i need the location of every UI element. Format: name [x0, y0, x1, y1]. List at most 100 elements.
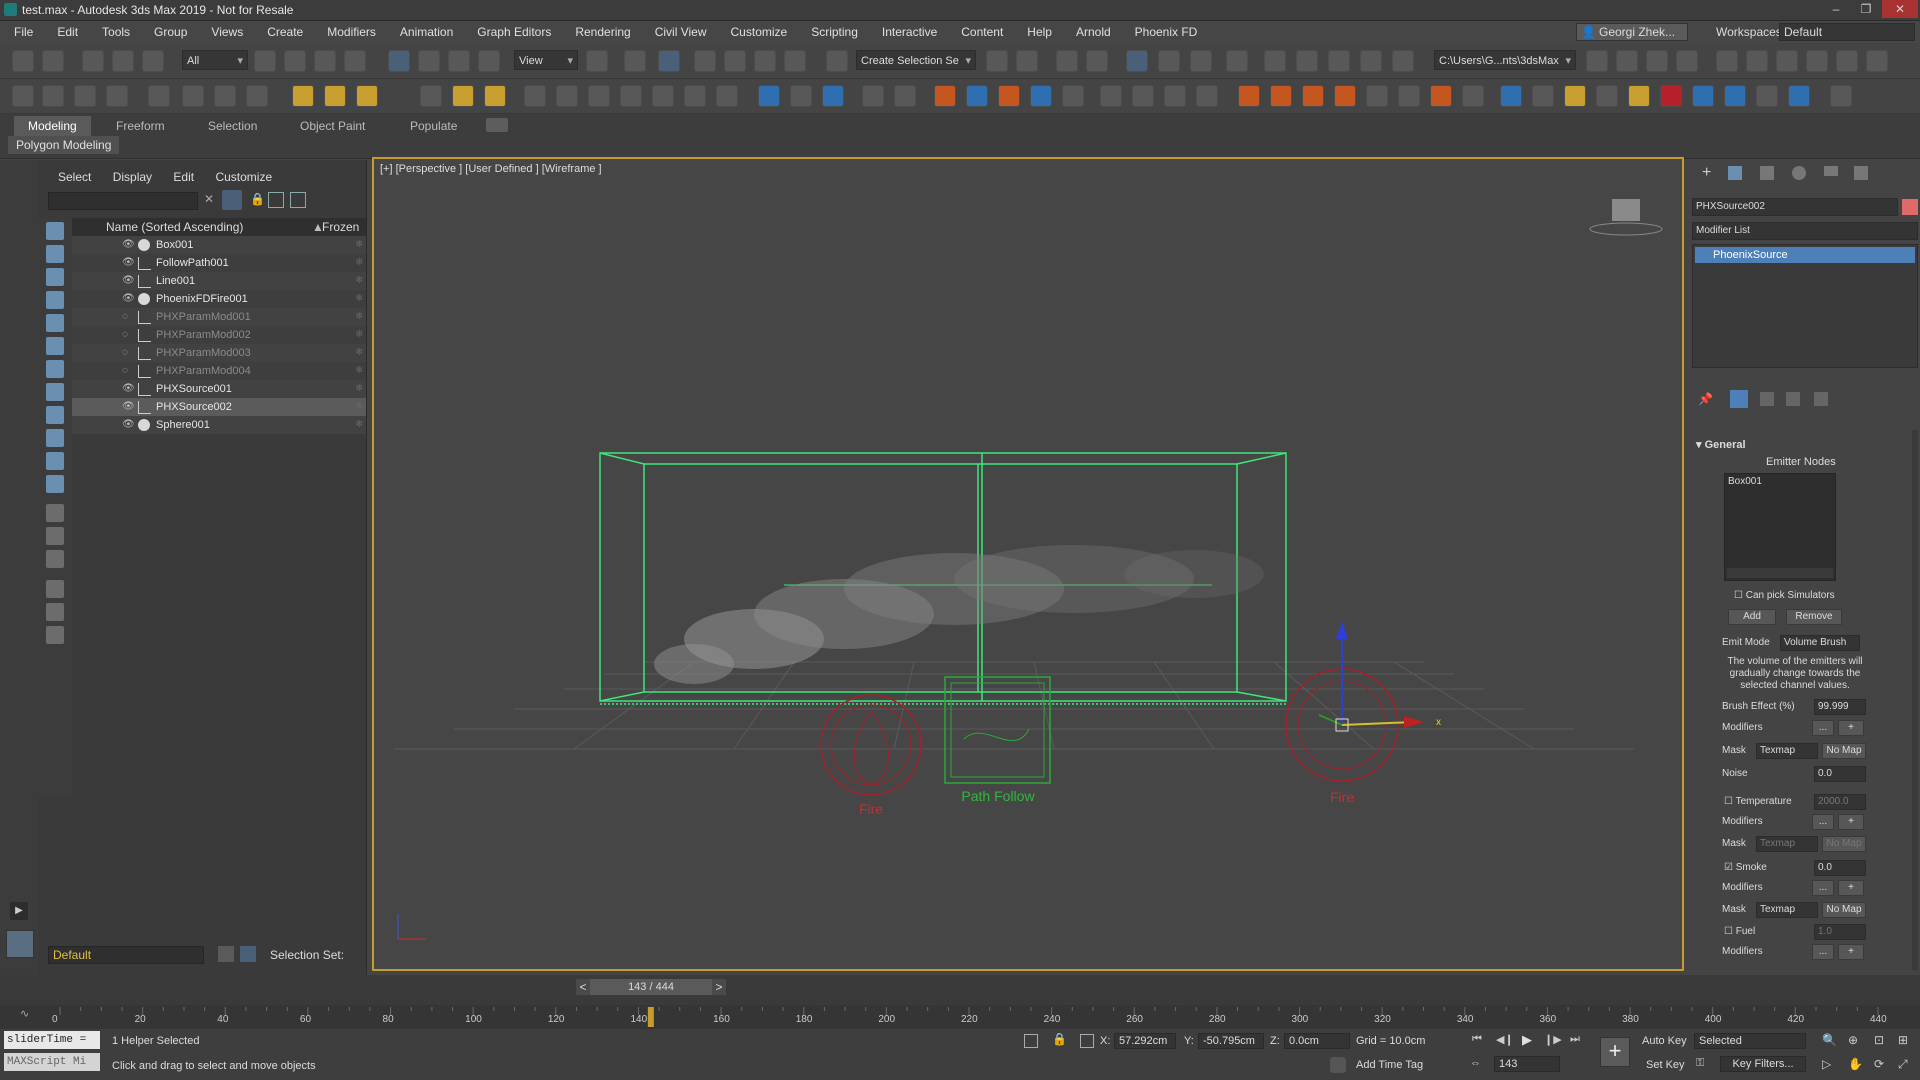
freeze-icon[interactable]: ❄: [355, 362, 363, 380]
lock-icon[interactable]: 🔒: [250, 192, 265, 206]
redo-icon[interactable]: [42, 50, 64, 72]
layers-stack-icon[interactable]: [218, 946, 234, 962]
list-icon[interactable]: [74, 85, 96, 107]
go-to-end-icon[interactable]: ⏭: [1570, 1033, 1580, 1046]
scene-row[interactable]: 👁 PHXSource002 ❄: [72, 398, 366, 416]
menu-customize[interactable]: Customize: [719, 21, 800, 43]
ribbon-tab-modeling[interactable]: Modeling: [14, 116, 91, 136]
display-bones-icon[interactable]: [46, 406, 64, 424]
z-coord-input[interactable]: 0.0cm: [1284, 1033, 1350, 1049]
pause-icon[interactable]: [1132, 85, 1154, 107]
menu-arnold[interactable]: Arnold: [1064, 21, 1123, 43]
edit-named-selection-icon[interactable]: [826, 50, 848, 72]
modifiers-dots-button-3[interactable]: ...: [1812, 880, 1834, 896]
viewcube-icon[interactable]: [1589, 199, 1663, 236]
plant-icon[interactable]: [652, 85, 674, 107]
mirror-icon[interactable]: [986, 50, 1008, 72]
go-to-start-icon[interactable]: ⏮: [1472, 1033, 1482, 1046]
curve-editor-icon[interactable]: [1158, 50, 1180, 72]
menu-modifiers[interactable]: Modifiers: [315, 21, 388, 43]
visible-eye-icon[interactable]: 👁: [122, 236, 136, 254]
arnold-log-icon[interactable]: [1836, 50, 1858, 72]
menu-interactive[interactable]: Interactive: [870, 21, 949, 43]
object-name-input[interactable]: PHXSource002: [1692, 198, 1898, 216]
hierarchy-icon[interactable]: [268, 192, 284, 208]
menu-views[interactable]: Views: [199, 21, 255, 43]
display-geometry-icon[interactable]: [46, 222, 64, 240]
scene-row[interactable]: 👁 Sphere001 ❄: [72, 416, 366, 434]
general-rollout-header[interactable]: ▾ General: [1696, 438, 1746, 451]
render-elements-icon[interactable]: [822, 85, 844, 107]
pivot-center-icon[interactable]: [586, 50, 608, 72]
freeze-icon[interactable]: ❄: [355, 290, 363, 308]
candle-preset-icon[interactable]: [1430, 85, 1452, 107]
place-icon[interactable]: [478, 50, 500, 72]
move-icon[interactable]: [388, 50, 410, 72]
configure-modifier-sets-icon[interactable]: [1814, 392, 1828, 406]
water-preset-icon[interactable]: [1500, 85, 1522, 107]
scene-row[interactable]: 👁 FollowPath001 ❄: [72, 254, 366, 272]
arnold-sun-icon[interactable]: [1746, 50, 1768, 72]
phoenix-fire-grid-icon[interactable]: [934, 85, 956, 107]
sun-light-icon[interactable]: [452, 85, 474, 107]
display-hidden-icon[interactable]: [46, 475, 64, 493]
rotate-icon[interactable]: [418, 50, 440, 72]
menu-file[interactable]: File: [2, 21, 45, 43]
zoom-extents-all-icon[interactable]: ⊞: [1898, 1033, 1908, 1047]
visible-eye-icon[interactable]: 👁: [122, 290, 136, 308]
menu-tools[interactable]: Tools: [90, 21, 142, 43]
spinner-snap-icon[interactable]: [784, 50, 806, 72]
render-setup-icon[interactable]: [1264, 50, 1286, 72]
render-production-icon[interactable]: [1328, 50, 1350, 72]
modifiers-add-button-2[interactable]: +: [1838, 814, 1864, 830]
arnold-render-icon[interactable]: [1776, 50, 1798, 72]
scene-row[interactable]: ◌ PHXParamMod002 ❄: [72, 326, 366, 344]
render-iterative-icon[interactable]: [1360, 50, 1382, 72]
modify-tab-icon[interactable]: [1728, 166, 1742, 180]
menu-group[interactable]: Group: [142, 21, 199, 43]
select-manipulate-icon[interactable]: [624, 50, 646, 72]
ribbon-toggle-icon[interactable]: [1126, 50, 1148, 72]
hf-icon[interactable]: [684, 85, 706, 107]
rendered-frame-window-icon[interactable]: [1296, 50, 1318, 72]
menu-civil-view[interactable]: Civil View: [643, 21, 719, 43]
perspective-viewport[interactable]: [+] [Perspective ] [User Defined ] [Wire…: [372, 157, 1684, 971]
material-sphere-icon[interactable]: [758, 85, 780, 107]
time-slider-next-button[interactable]: >: [712, 979, 726, 995]
current-layer-dropdown[interactable]: Default: [48, 946, 204, 964]
render-in-cloud-icon[interactable]: [1392, 50, 1414, 72]
cloud-preset-icon[interactable]: [1462, 85, 1484, 107]
hidden-eye-icon[interactable]: ◌: [122, 344, 136, 362]
grid-icon[interactable]: [106, 85, 128, 107]
workspace-dropdown[interactable]: Default: [1779, 23, 1915, 41]
scene-row[interactable]: ◌ PHXParamMod003 ❄: [72, 344, 366, 362]
ribbon-tab-freeform[interactable]: Freeform: [116, 116, 165, 136]
mask-map-button-1[interactable]: No Map: [1822, 743, 1866, 759]
noise-spinner[interactable]: 0.0: [1814, 766, 1866, 782]
scene-icon[interactable]: [12, 85, 34, 107]
pan-view-icon[interactable]: ✋: [1848, 1057, 1863, 1071]
x-coord-input[interactable]: 57.292cm: [1114, 1033, 1176, 1049]
bind-spacewarp-icon[interactable]: [142, 50, 164, 72]
blood-preset-icon[interactable]: [1660, 85, 1682, 107]
auto-key-button[interactable]: Auto Key: [1642, 1035, 1687, 1047]
scene-row[interactable]: 👁 Box001 ❄: [72, 236, 366, 254]
scene-row[interactable]: 👁 Line001 ❄: [72, 272, 366, 290]
command-panel-scrollbar[interactable]: [1912, 430, 1918, 970]
link-icon[interactable]: [82, 50, 104, 72]
freeze-icon[interactable]: ❄: [355, 416, 363, 434]
display-frozen-icon[interactable]: [46, 452, 64, 470]
trackbar[interactable]: ∿ 0 20 40 60 80 100 120 140 160 180 200 220 240 260 28…: [0, 1005, 1920, 1029]
make-unique-icon[interactable]: [1760, 392, 1774, 406]
menu-animation[interactable]: Animation: [388, 21, 465, 43]
freeze-icon[interactable]: ❄: [355, 254, 363, 272]
play-icon[interactable]: [1100, 85, 1122, 107]
set-keys-icon[interactable]: +: [1600, 1037, 1630, 1067]
snaps-toggle-icon[interactable]: [694, 50, 716, 72]
temperature-spinner[interactable]: 2000.0: [1814, 794, 1866, 810]
texture-icon[interactable]: [790, 85, 812, 107]
scene-row[interactable]: 👁 PHXSource001 ❄: [72, 380, 366, 398]
stop-icon[interactable]: [1164, 85, 1186, 107]
particle-icon[interactable]: [524, 85, 546, 107]
key-selection-dropdown[interactable]: Selected: [1694, 1033, 1806, 1049]
